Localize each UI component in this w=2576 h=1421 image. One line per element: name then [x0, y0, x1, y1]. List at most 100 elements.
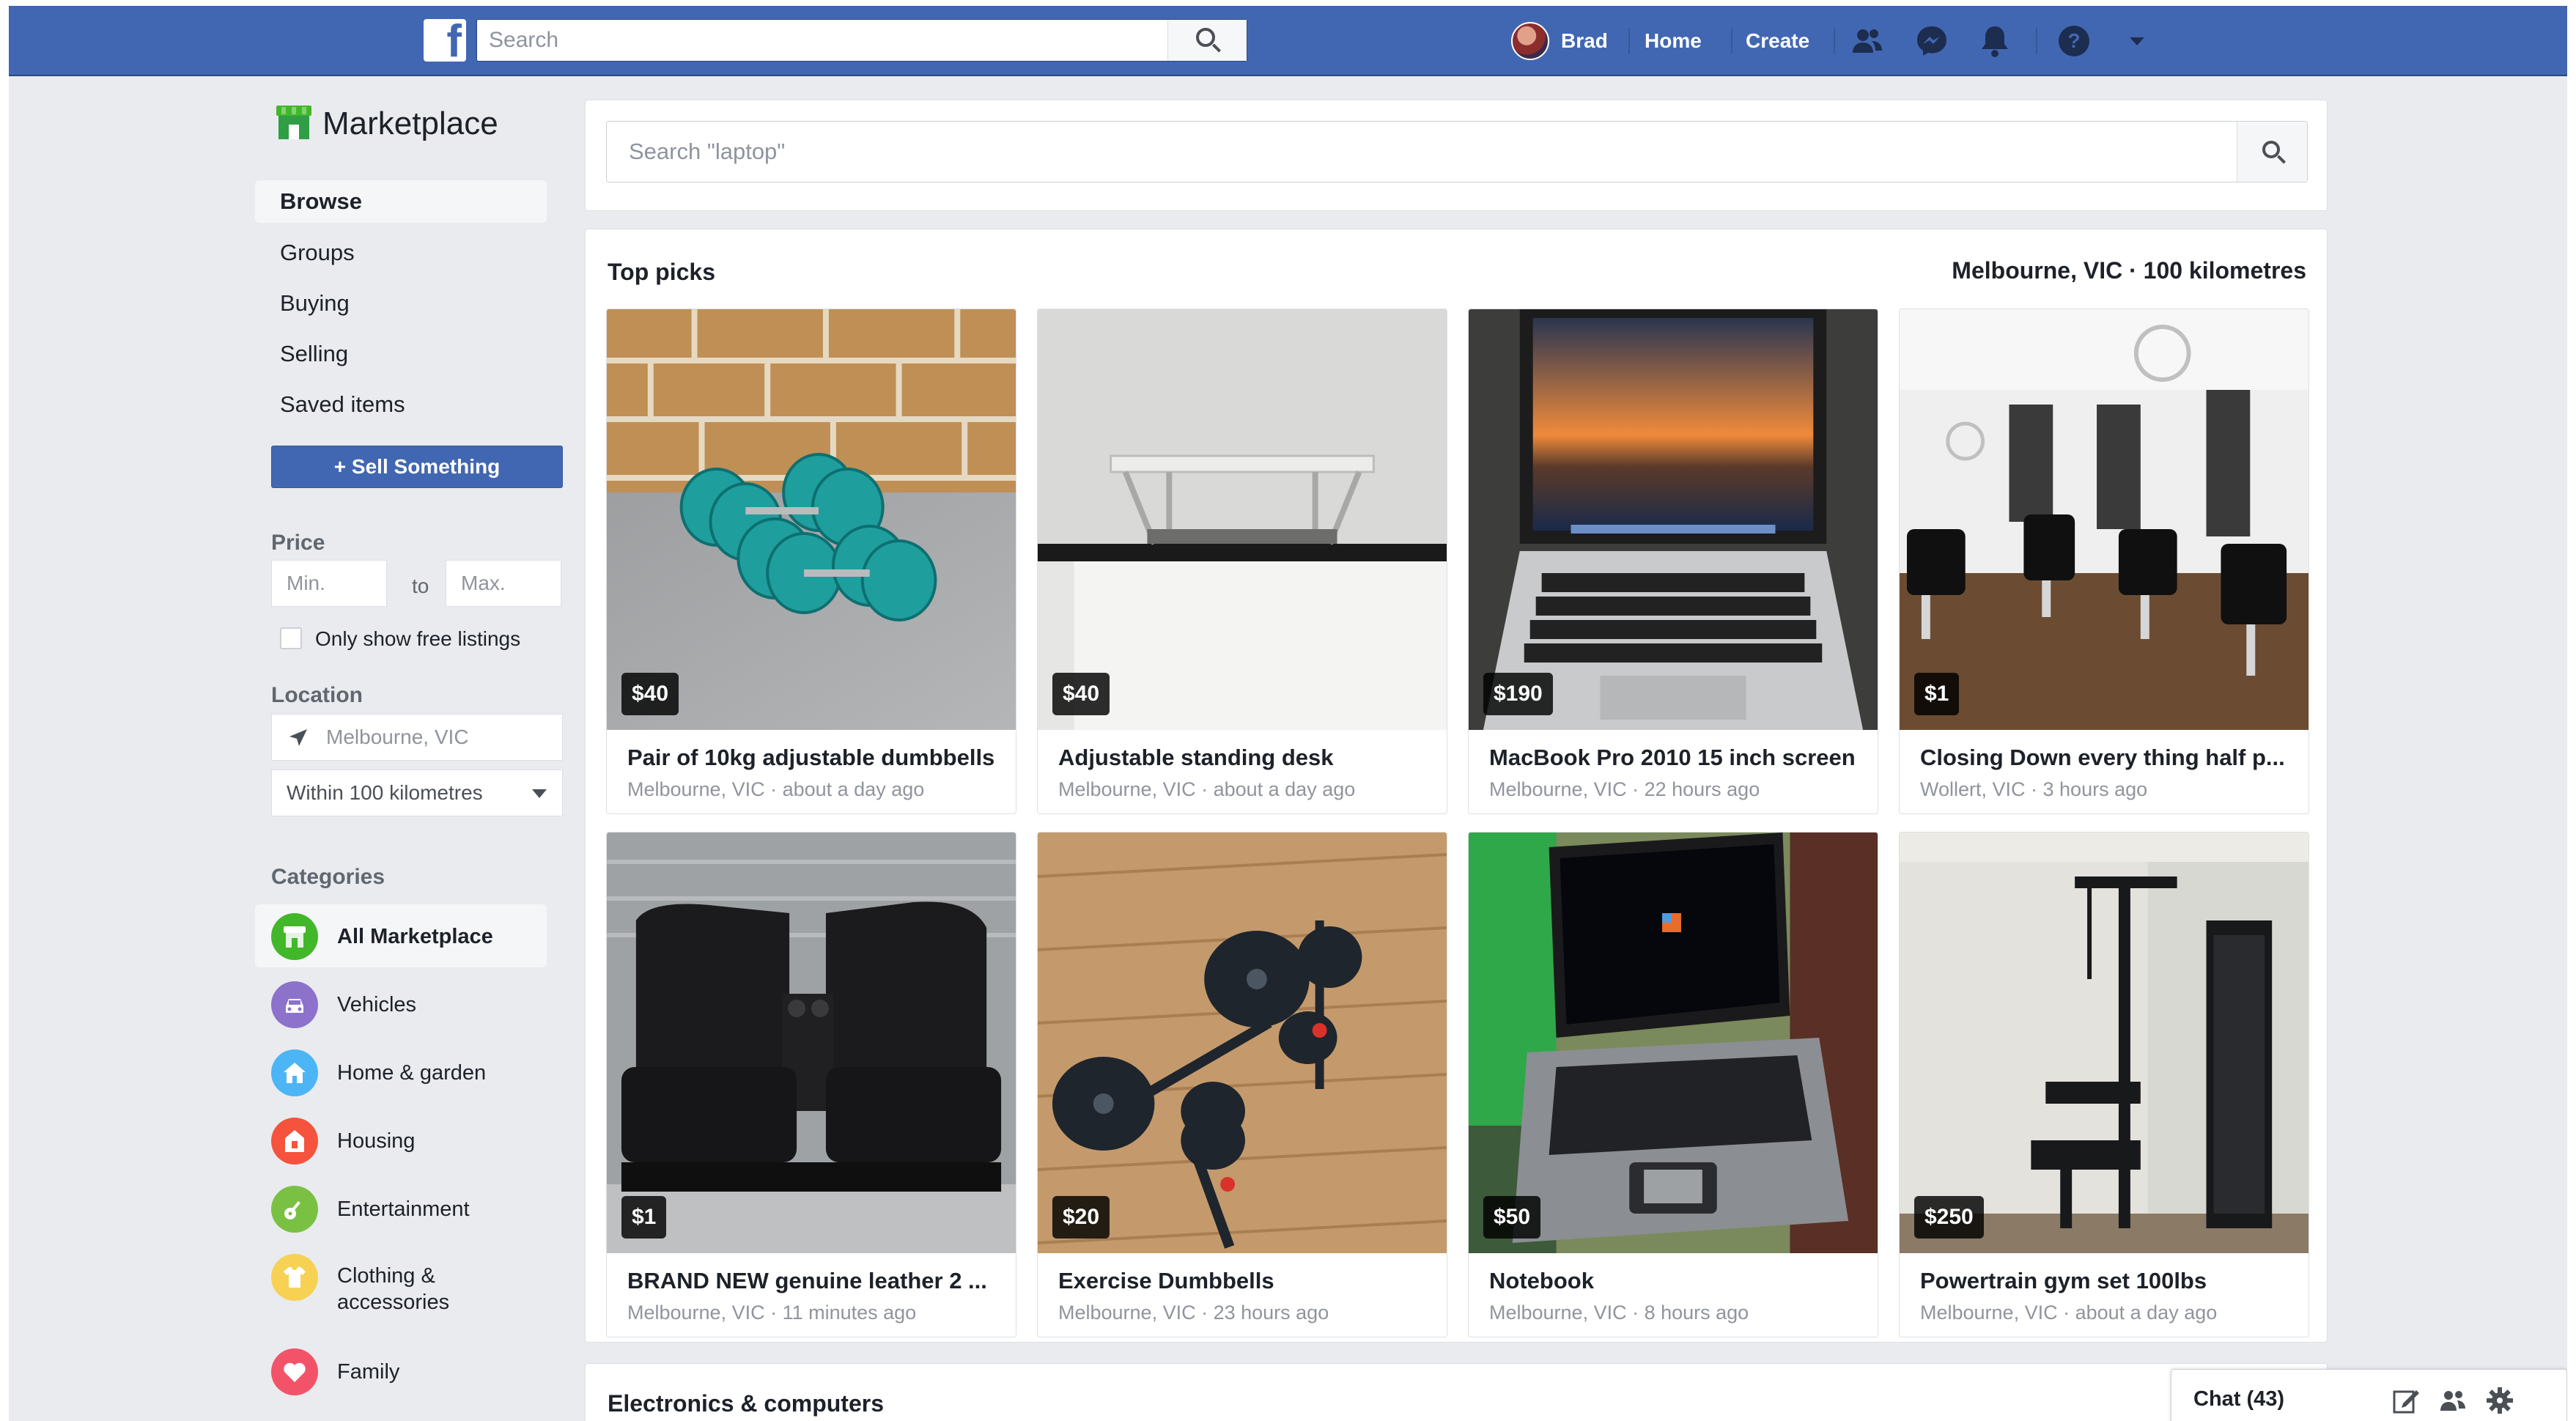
sidebar-item-buying[interactable]: Buying — [255, 282, 547, 325]
chevron-down-icon[interactable] — [2119, 23, 2155, 59]
location-arrow-icon — [289, 729, 307, 746]
top-navigation-bar: f Brad Home Create ? — [9, 6, 2567, 76]
marketplace-search-box — [606, 121, 2308, 182]
create-link[interactable]: Create — [1746, 29, 1809, 53]
listing-card[interactable]: $50 Notebook Melbourne, VIC · 8 hours ag… — [1468, 832, 1878, 1337]
category-label: Family — [337, 1360, 400, 1384]
listing-card[interactable]: $20 Exercise Dumbbells Melbourne, VIC · … — [1037, 832, 1447, 1337]
categories-heading: Categories — [271, 865, 385, 889]
sidebar-item-saved-items[interactable]: Saved items — [255, 383, 547, 426]
listing-card[interactable]: $1 Closing Down every thing half p... Wo… — [1899, 309, 2309, 814]
messenger-icon[interactable] — [1914, 23, 1949, 59]
location-filter-link[interactable]: Melbourne, VIC · 100 kilometres — [1952, 257, 2306, 284]
chat-bar[interactable]: Chat (43) — [2171, 1369, 2567, 1421]
price-badge: $190 — [1483, 673, 1553, 715]
facebook-logo-icon[interactable]: f — [424, 19, 466, 64]
electronics-section: Electronics & computers — [585, 1363, 2328, 1421]
price-max-field[interactable]: Max. — [446, 560, 561, 607]
chat-label: Chat (43) — [2193, 1387, 2285, 1411]
page: f Brad Home Create ? — [9, 6, 2567, 1421]
marketplace-search-card — [585, 100, 2328, 211]
sidebar-item-groups[interactable]: Groups — [255, 232, 547, 274]
category-label: Housing — [337, 1129, 416, 1153]
category-home-garden[interactable]: Home & garden — [255, 1041, 547, 1104]
gear-icon[interactable] — [2485, 1386, 2514, 1415]
avatar[interactable] — [1511, 22, 1549, 60]
listing-card[interactable]: $40 Pair of 10kg adjustable dumbbells Me… — [606, 309, 1016, 814]
sidebar-item-browse[interactable]: Browse — [255, 180, 547, 223]
free-listings-checkbox[interactable] — [280, 627, 302, 649]
listing-title: Closing Down every thing half p... — [1920, 745, 2285, 770]
search-icon — [1196, 28, 1215, 47]
listing-title: BRAND NEW genuine leather 2 ... — [627, 1268, 987, 1293]
nav-divider — [1834, 28, 1835, 54]
listing-subtitle: Melbourne, VIC · 11 minutes ago — [627, 1302, 917, 1324]
listing-subtitle: Melbourne, VIC · about a day ago — [1920, 1302, 2218, 1324]
house-icon — [271, 1049, 318, 1096]
listing-card[interactable]: $40 Adjustable standing desk Melbourne, … — [1037, 309, 1447, 814]
listing-card[interactable]: $1 BRAND NEW genuine leather 2 ... Melbo… — [606, 832, 1016, 1337]
guitar-icon — [271, 1186, 318, 1233]
page-title: Marketplace — [322, 106, 498, 141]
global-search-box — [476, 19, 1247, 62]
price-to-label: to — [412, 575, 429, 597]
listing-title: Notebook — [1489, 1268, 1594, 1293]
category-all-marketplace[interactable]: All Marketplace — [255, 904, 547, 967]
marketplace-search-button[interactable] — [2237, 122, 2307, 182]
listing-photo — [607, 309, 1016, 730]
location-field[interactable]: Melbourne, VIC — [271, 714, 563, 761]
listing-subtitle: Melbourne, VIC · about a day ago — [1058, 778, 1356, 800]
new-message-icon[interactable] — [2391, 1386, 2421, 1415]
listing-card[interactable]: $190 MacBook Pro 2010 15 inch screen Mel… — [1468, 309, 1878, 814]
location-value: Melbourne, VIC — [326, 726, 469, 748]
radius-select[interactable]: Within 100 kilometres — [271, 769, 563, 816]
sell-something-button[interactable]: + Sell Something — [271, 446, 563, 488]
listing-subtitle: Melbourne, VIC · 23 hours ago — [1058, 1302, 1329, 1324]
category-label: All Marketplace — [337, 925, 493, 948]
global-search-input[interactable] — [477, 20, 1166, 61]
listing-subtitle: Melbourne, VIC · 22 hours ago — [1489, 778, 1760, 800]
heart-icon — [271, 1348, 318, 1395]
marketplace-search-input[interactable] — [607, 122, 2219, 182]
listing-photo — [1038, 833, 1447, 1253]
shirt-icon — [271, 1254, 318, 1301]
help-icon[interactable]: ? — [2056, 23, 2092, 59]
category-housing[interactable]: Housing — [255, 1109, 547, 1172]
svg-text:?: ? — [2067, 29, 2080, 52]
nav-divider — [2036, 28, 2037, 54]
category-entertainment[interactable]: Entertainment — [255, 1177, 547, 1240]
free-listings-label: Only show free listings — [315, 627, 521, 650]
price-badge: $1 — [621, 1196, 667, 1239]
profile-link[interactable]: Brad — [1561, 29, 1608, 53]
top-picks-section: Top picks Melbourne, VIC · 100 kilometre… — [585, 229, 2328, 1343]
price-badge: $40 — [1052, 673, 1110, 715]
radius-value: Within 100 kilometres — [287, 781, 483, 804]
home-link[interactable]: Home — [1645, 29, 1702, 53]
listing-photo — [1900, 309, 2309, 730]
nav-divider — [1628, 28, 1630, 54]
category-vehicles[interactable]: Vehicles — [255, 972, 547, 1036]
category-label: Clothing & accessories — [337, 1264, 450, 1314]
storefront-icon — [271, 913, 318, 960]
group-chat-icon[interactable] — [2438, 1386, 2468, 1415]
housing-icon — [271, 1118, 318, 1165]
category-family[interactable]: Family — [255, 1340, 547, 1403]
category-label: Home & garden — [337, 1061, 487, 1085]
location-heading: Location — [271, 683, 363, 707]
listing-title: Powertrain gym set 100lbs — [1920, 1268, 2207, 1293]
section-title: Top picks — [608, 259, 715, 285]
listing-photo — [1038, 309, 1447, 730]
price-min-field[interactable]: Min. — [271, 560, 387, 607]
listing-card[interactable]: $250 Powertrain gym set 100lbs Melbourne… — [1899, 832, 2309, 1337]
car-icon — [271, 981, 318, 1028]
sidebar-item-selling[interactable]: Selling — [255, 333, 547, 375]
storefront-icon — [276, 106, 311, 139]
friend-requests-icon[interactable] — [1850, 23, 1885, 59]
global-search-button[interactable] — [1167, 20, 1247, 61]
listing-title: Pair of 10kg adjustable dumbbells — [627, 745, 995, 770]
search-icon — [2262, 141, 2280, 158]
price-badge: $20 — [1052, 1196, 1110, 1239]
notifications-icon[interactable] — [1977, 23, 2012, 59]
category-clothing-accessories[interactable]: Clothing & accessories — [255, 1245, 547, 1318]
listing-photo — [1469, 833, 1878, 1253]
